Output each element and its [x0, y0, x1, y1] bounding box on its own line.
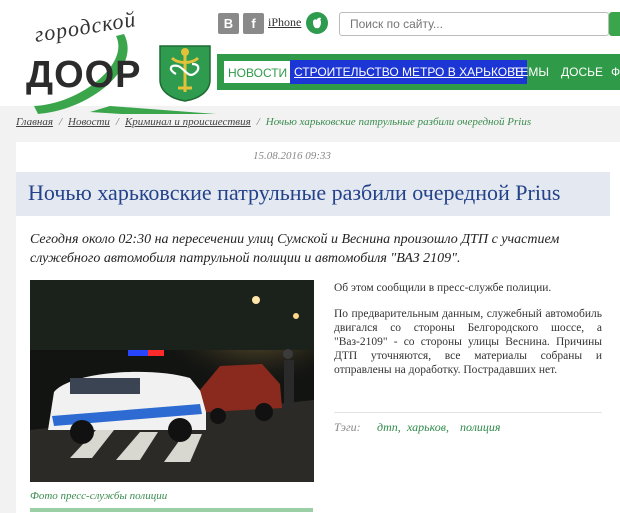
article-paragraph-2: По предварительным данным, служебный авт… — [334, 308, 602, 376]
breadcrumb-news[interactable]: Новости — [68, 116, 110, 128]
search-button[interactable] — [609, 12, 620, 36]
logo-main-text: ДООР — [26, 54, 142, 96]
breadcrumb-current: Ночью харьковские патрульные разбили оче… — [265, 116, 532, 128]
iphone-app-link[interactable]: iPhone — [268, 15, 301, 30]
breadcrumb-crime[interactable]: Криминал и происшествия — [125, 116, 251, 128]
nav-item-metro-label: СТРОИТЕЛЬСТВО МЕТРО В ХАРЬКОВЕ — [294, 65, 524, 79]
breadcrumb-home[interactable]: Главная — [16, 116, 53, 128]
main-nav: НОВОСТИ СТРОИТЕЛЬСТВО МЕТРО В ХАРЬКОВЕ Т… — [217, 54, 620, 90]
nav-item-more[interactable]: Ф — [611, 60, 620, 84]
nav-item-metro[interactable]: СТРОИТЕЛЬСТВО МЕТРО В ХАРЬКОВЕ — [290, 60, 528, 84]
tag-link-dtp[interactable]: дтп, — [377, 420, 401, 435]
search-input[interactable] — [339, 12, 609, 36]
breadcrumb-separator: / — [256, 116, 260, 128]
photo-caption: Фото пресс-службы полиции — [30, 490, 168, 502]
tag-link-police[interactable]: полиция — [460, 420, 501, 435]
tags-label: Тэги: — [334, 420, 361, 434]
tag-link-kharkiv[interactable]: харьков, — [407, 420, 449, 435]
breadcrumb: Главная / Новости / Криминал и происшествия /… — [16, 116, 616, 134]
vk-icon[interactable]: B — [218, 13, 239, 34]
facebook-icon[interactable]: f — [243, 13, 264, 34]
site-logo[interactable]: городской ДООР — [20, 6, 220, 114]
article-lead: Сегодня около 02:30 на пересечении улиц … — [30, 232, 560, 266]
divider — [30, 508, 313, 512]
article-date: 15.08.2016 09:33 — [253, 150, 331, 162]
apple-icon[interactable] — [306, 12, 328, 34]
breadcrumb-separator: / — [115, 116, 119, 128]
article-photo[interactable] — [30, 280, 314, 482]
article-paragraph-1: Об этом сообщили в пресс-службе полиции. — [334, 282, 552, 294]
tags-divider — [334, 412, 602, 413]
article-title: Ночью харьковские патрульные разбили оче… — [28, 180, 561, 205]
nav-item-news[interactable]: НОВОСТИ — [223, 60, 293, 84]
nav-item-themes[interactable]: ТЕМЫ — [513, 60, 549, 84]
breadcrumb-separator: / — [58, 116, 63, 128]
kharkiv-coat-of-arms-icon — [159, 45, 211, 102]
nav-item-dossier[interactable]: ДОСЬЕ — [561, 60, 603, 84]
